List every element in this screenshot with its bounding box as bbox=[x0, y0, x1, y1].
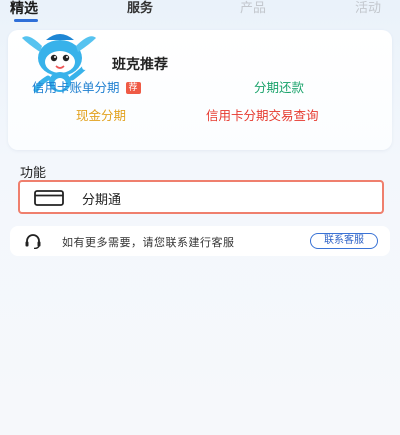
card-icon bbox=[34, 190, 64, 206]
recommend-card: 班克推荐 信用卡账单分期荐 分期还款 现金分期 信用卡分期交易查询 bbox=[8, 30, 392, 150]
installment-bill-label: 信用卡账单分期 bbox=[32, 80, 120, 95]
tab-services[interactable]: 服务 bbox=[127, 1, 153, 17]
installment-bill-link[interactable]: 信用卡账单分期荐 bbox=[32, 80, 141, 96]
tab-featured[interactable]: 精选 bbox=[10, 1, 38, 17]
headset-icon bbox=[25, 234, 41, 249]
installment-query-link[interactable]: 信用卡分期交易查询 bbox=[206, 108, 319, 124]
tab-activities[interactable]: 活动 bbox=[355, 1, 381, 17]
recommend-title: 班克推荐 bbox=[112, 57, 168, 73]
tab-products[interactable]: 产品 bbox=[240, 1, 266, 17]
installment-repay-link[interactable]: 分期还款 bbox=[254, 80, 304, 96]
contact-service-button[interactable]: 联系客服 bbox=[310, 233, 378, 249]
function-item-label: 分期通 bbox=[82, 193, 122, 208]
active-tab-indicator bbox=[14, 19, 38, 22]
function-item-fenqitong[interactable]: 分期通 bbox=[18, 180, 384, 214]
contact-text: 如有更多需要，请您联系建行客服 bbox=[62, 236, 235, 249]
page: 精选 服务 产品 活动 班克推荐 信用卡账单分期荐 分期还款 现金分期 信用卡分… bbox=[0, 0, 400, 435]
cash-installment-link[interactable]: 现金分期 bbox=[76, 108, 126, 124]
recommend-badge: 荐 bbox=[125, 82, 141, 94]
contact-row: 如有更多需要，请您联系建行客服 联系客服 bbox=[10, 226, 390, 256]
top-tabs: 精选 服务 产品 活动 bbox=[0, 0, 400, 22]
functions-title: 功能 bbox=[20, 166, 47, 181]
